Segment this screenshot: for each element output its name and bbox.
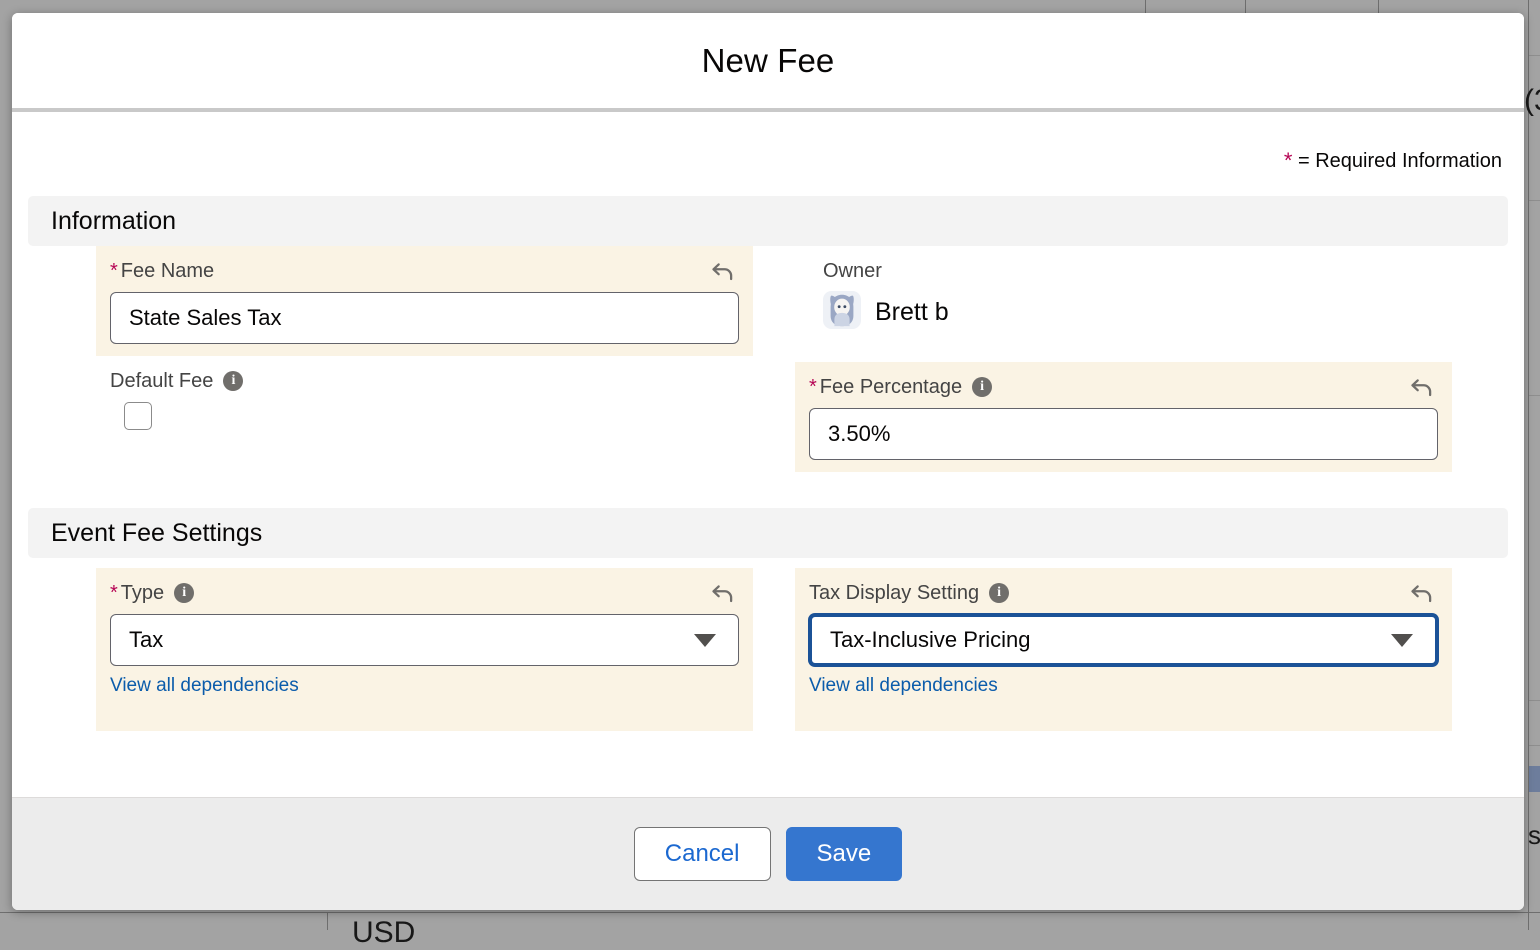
modal-footer: Cancel Save — [12, 797, 1524, 910]
undo-arrow-icon[interactable] — [1408, 580, 1436, 608]
owner-label: Owner — [809, 260, 1438, 283]
backdrop-partial-text-right: (3 — [1524, 84, 1540, 118]
default-fee-checkbox[interactable] — [124, 402, 152, 430]
tax-display-setting-field: Tax Display Setting i Tax-Inclusive Pric… — [795, 568, 1452, 731]
type-view-all-dependencies-link[interactable]: View all dependencies — [110, 675, 299, 697]
fee-name-label-text: Fee Name — [121, 260, 214, 282]
tax-display-setting-view-all-dependencies-link[interactable]: View all dependencies — [809, 675, 998, 697]
backdrop-divider — [1529, 745, 1540, 746]
backdrop-divider — [1145, 0, 1146, 14]
backdrop-highlight-block — [1529, 766, 1540, 792]
section-header-event-fee-settings: Event Fee Settings — [28, 508, 1508, 558]
type-field: *Type i Tax View all dependencies — [96, 568, 753, 731]
event-fee-right-column: Tax Display Setting i Tax-Inclusive Pric… — [795, 568, 1452, 731]
info-icon[interactable]: i — [989, 583, 1009, 603]
tax-display-setting-label-row: Tax Display Setting i — [809, 578, 1438, 608]
fee-percentage-label: *Fee Percentage — [809, 376, 962, 399]
type-label-row: *Type i — [110, 578, 739, 608]
user-avatar-icon — [823, 291, 861, 334]
required-asterisk: * — [809, 376, 817, 398]
save-button[interactable]: Save — [786, 827, 903, 881]
default-fee-label-row: Default Fee i — [110, 366, 739, 396]
caret-down-icon — [1391, 634, 1413, 647]
type-select[interactable]: Tax — [110, 614, 739, 666]
type-select-value: Tax — [129, 627, 163, 653]
undo-arrow-icon[interactable] — [709, 258, 737, 286]
backdrop-divider — [1529, 200, 1540, 201]
info-icon[interactable]: i — [223, 371, 243, 391]
fee-percentage-label-text: Fee Percentage — [820, 376, 962, 398]
tax-display-setting-label: Tax Display Setting — [809, 582, 979, 605]
fee-name-label: *Fee Name — [110, 260, 214, 283]
page-title: New Fee — [702, 42, 835, 80]
owner-field: Owner — [795, 246, 1452, 346]
backdrop-divider — [0, 912, 1540, 913]
backdrop-divider — [1378, 0, 1379, 14]
information-left-column: *Fee Name State Sales Tax Default Fee i — [96, 246, 753, 472]
default-fee-label: Default Fee — [110, 370, 213, 393]
tax-display-setting-select[interactable]: Tax-Inclusive Pricing — [809, 614, 1438, 666]
backdrop-divider — [1529, 700, 1540, 701]
owner-value-row: Brett b — [809, 291, 1438, 334]
fee-percentage-field: *Fee Percentage i 3.50% — [795, 362, 1452, 472]
new-fee-modal: New Fee * = Required Information Informa… — [12, 13, 1524, 910]
backdrop-divider — [1529, 395, 1540, 396]
required-asterisk: * — [110, 260, 118, 282]
section-title-event-fee-settings: Event Fee Settings — [51, 519, 262, 548]
backdrop-divider — [1529, 55, 1540, 56]
undo-arrow-icon[interactable] — [709, 580, 737, 608]
backdrop-divider — [1245, 0, 1246, 14]
fee-name-field: *Fee Name State Sales Tax — [96, 246, 753, 356]
information-right-column: Owner — [795, 246, 1452, 472]
tax-display-setting-select-value: Tax-Inclusive Pricing — [830, 627, 1031, 653]
section-header-information: Information — [28, 196, 1508, 246]
modal-header: New Fee — [12, 13, 1524, 112]
event-fee-settings-row: *Type i Tax View all dependencies — [28, 558, 1508, 731]
type-label-text: Type — [121, 582, 164, 604]
owner-name: Brett b — [875, 298, 949, 327]
required-asterisk: * — [1284, 148, 1293, 173]
default-fee-field: Default Fee i — [96, 356, 753, 442]
information-row: *Fee Name State Sales Tax Default Fee i — [28, 246, 1508, 472]
section-title-information: Information — [51, 207, 176, 236]
modal-body: * = Required Information Information *Fe… — [12, 112, 1524, 797]
cancel-button[interactable]: Cancel — [634, 827, 771, 881]
caret-down-icon — [694, 634, 716, 647]
type-label: *Type — [110, 582, 164, 605]
info-icon[interactable]: i — [972, 377, 992, 397]
fee-percentage-label-row: *Fee Percentage i — [809, 372, 1438, 402]
backdrop-partial-text-right-lower: s — [1528, 820, 1540, 851]
fee-name-input[interactable]: State Sales Tax — [110, 292, 739, 344]
undo-arrow-icon[interactable] — [1408, 374, 1436, 402]
backdrop-partial-text-bottom: USD — [352, 916, 415, 950]
backdrop-divider — [327, 912, 328, 930]
fee-name-label-row: *Fee Name — [110, 256, 739, 286]
event-fee-left-column: *Type i Tax View all dependencies — [96, 568, 753, 731]
required-asterisk: * — [110, 582, 118, 604]
info-icon[interactable]: i — [174, 583, 194, 603]
fee-percentage-input[interactable]: 3.50% — [809, 408, 1438, 460]
required-legend-text: = Required Information — [1298, 150, 1502, 172]
required-information-legend: * = Required Information — [28, 112, 1508, 196]
